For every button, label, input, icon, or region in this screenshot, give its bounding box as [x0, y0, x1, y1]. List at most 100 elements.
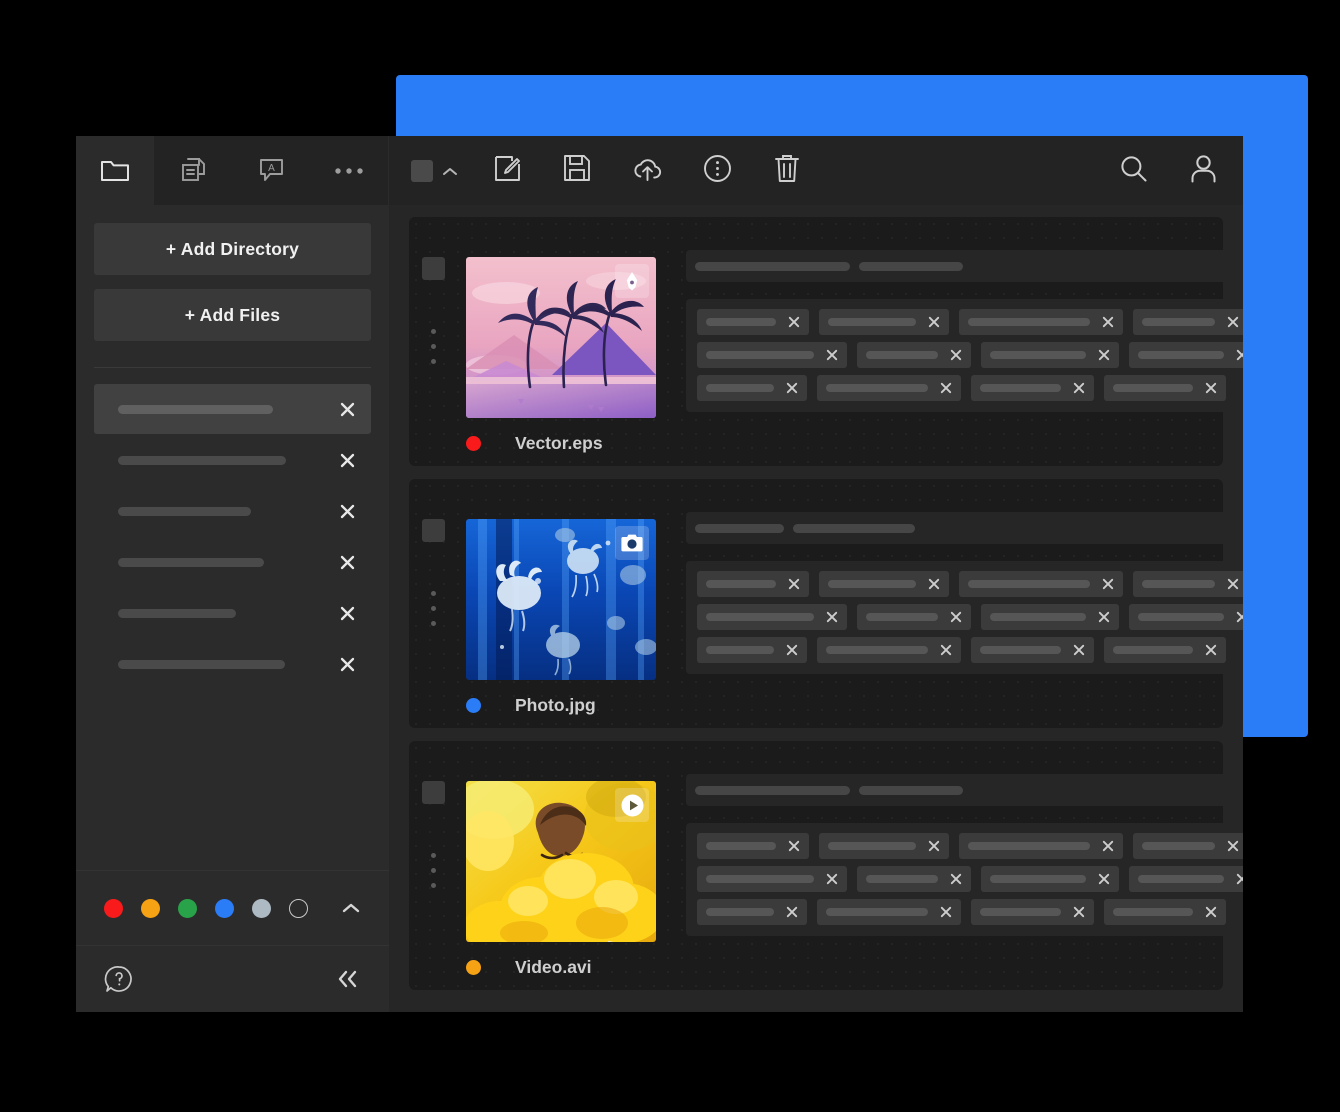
help-bubble-icon[interactable] — [104, 964, 134, 994]
row-drag-handle[interactable] — [431, 591, 436, 636]
directory-list-item[interactable] — [94, 435, 371, 485]
select-all-checkbox[interactable] — [411, 160, 433, 182]
remove-tag-button[interactable] — [1227, 316, 1239, 328]
tag-chip[interactable] — [697, 375, 807, 401]
remove-tag-button[interactable] — [1205, 906, 1217, 918]
tag-chip[interactable] — [1104, 637, 1226, 663]
tag-chip[interactable] — [819, 309, 949, 335]
double-chevron-left-icon[interactable] — [333, 968, 361, 990]
upload-button[interactable] — [629, 153, 665, 189]
remove-tag-button[interactable] — [1236, 349, 1243, 361]
tag-chip[interactable] — [697, 637, 807, 663]
tag-chip[interactable] — [981, 866, 1119, 892]
color-swatch-none[interactable] — [289, 899, 308, 918]
tag-chip[interactable] — [817, 899, 961, 925]
remove-directory-button[interactable] — [337, 603, 357, 623]
tag-chip[interactable] — [697, 899, 807, 925]
remove-tag-button[interactable] — [1073, 906, 1085, 918]
tag-chip[interactable] — [1129, 604, 1243, 630]
edit-button[interactable] — [489, 153, 525, 189]
account-button[interactable] — [1185, 153, 1221, 189]
remove-directory-button[interactable] — [337, 654, 357, 674]
remove-directory-button[interactable] — [337, 552, 357, 572]
metadata-header[interactable] — [686, 250, 1243, 282]
row-select-checkbox[interactable] — [422, 519, 445, 542]
remove-tag-button[interactable] — [788, 316, 800, 328]
remove-tag-button[interactable] — [1098, 611, 1110, 623]
file-row[interactable]: Photo.jpg — [409, 479, 1223, 728]
directory-list-item[interactable] — [94, 537, 371, 587]
file-row[interactable]: Video.avi — [409, 741, 1223, 990]
more-button[interactable] — [699, 153, 735, 189]
remove-tag-button[interactable] — [786, 644, 798, 656]
row-select-checkbox[interactable] — [422, 781, 445, 804]
row-drag-handle[interactable] — [431, 853, 436, 898]
delete-button[interactable] — [769, 153, 805, 189]
file-color-dot[interactable] — [466, 436, 481, 451]
remove-tag-button[interactable] — [1073, 644, 1085, 656]
remove-tag-button[interactable] — [1236, 611, 1243, 623]
remove-tag-button[interactable] — [1227, 840, 1239, 852]
directory-list-item[interactable] — [94, 588, 371, 638]
remove-tag-button[interactable] — [788, 578, 800, 590]
remove-tag-button[interactable] — [940, 906, 952, 918]
remove-tag-button[interactable] — [826, 873, 838, 885]
tag-chip[interactable] — [1129, 342, 1243, 368]
swatch-expand-chevron-up-icon[interactable] — [341, 902, 361, 914]
sidebar-item-annotation[interactable]: A — [232, 136, 310, 205]
remove-tag-button[interactable] — [950, 873, 962, 885]
tag-chip[interactable] — [857, 866, 971, 892]
tag-chip[interactable] — [819, 833, 949, 859]
tag-chip[interactable] — [959, 571, 1123, 597]
remove-tag-button[interactable] — [1102, 316, 1114, 328]
tag-chip[interactable] — [697, 833, 809, 859]
tag-chip[interactable] — [697, 342, 847, 368]
tag-chip[interactable] — [1133, 309, 1243, 335]
tag-chip[interactable] — [981, 604, 1119, 630]
tag-chip[interactable] — [959, 309, 1123, 335]
remove-tag-button[interactable] — [1073, 382, 1085, 394]
remove-tag-button[interactable] — [1205, 382, 1217, 394]
directory-list-item[interactable] — [94, 639, 371, 689]
tag-chip[interactable] — [817, 375, 961, 401]
save-button[interactable] — [559, 153, 595, 189]
remove-tag-button[interactable] — [786, 382, 798, 394]
tag-chip[interactable] — [971, 637, 1094, 663]
remove-tag-button[interactable] — [1098, 349, 1110, 361]
remove-tag-button[interactable] — [1236, 873, 1243, 885]
remove-tag-button[interactable] — [1098, 873, 1110, 885]
add-files-button[interactable]: + Add Files — [94, 289, 371, 341]
tag-chip[interactable] — [1104, 899, 1226, 925]
directory-list-item[interactable] — [94, 384, 371, 434]
remove-tag-button[interactable] — [1227, 578, 1239, 590]
tag-chip[interactable] — [1133, 833, 1243, 859]
color-swatch-green[interactable] — [178, 899, 197, 918]
search-button[interactable] — [1115, 153, 1151, 189]
tag-chip[interactable] — [971, 375, 1094, 401]
remove-tag-button[interactable] — [786, 906, 798, 918]
file-color-dot[interactable] — [466, 960, 481, 975]
tag-chip[interactable] — [971, 899, 1094, 925]
tag-chip[interactable] — [981, 342, 1119, 368]
color-swatch-gray[interactable] — [252, 899, 271, 918]
remove-tag-button[interactable] — [826, 611, 838, 623]
tag-chip[interactable] — [819, 571, 949, 597]
sidebar-item-folder[interactable] — [76, 136, 154, 205]
remove-tag-button[interactable] — [928, 840, 940, 852]
tag-chip[interactable] — [697, 309, 809, 335]
remove-tag-button[interactable] — [928, 316, 940, 328]
tag-chip[interactable] — [1104, 375, 1226, 401]
remove-directory-button[interactable] — [337, 501, 357, 521]
remove-tag-button[interactable] — [940, 382, 952, 394]
remove-tag-button[interactable] — [950, 611, 962, 623]
file-color-dot[interactable] — [466, 698, 481, 713]
remove-directory-button[interactable] — [337, 399, 357, 419]
tag-chip[interactable] — [697, 604, 847, 630]
remove-tag-button[interactable] — [826, 349, 838, 361]
tag-chip[interactable] — [697, 866, 847, 892]
tag-chip[interactable] — [1133, 571, 1243, 597]
remove-tag-button[interactable] — [788, 840, 800, 852]
directory-list-item[interactable] — [94, 486, 371, 536]
tag-chip[interactable] — [1129, 866, 1243, 892]
file-thumbnail[interactable] — [466, 781, 656, 942]
